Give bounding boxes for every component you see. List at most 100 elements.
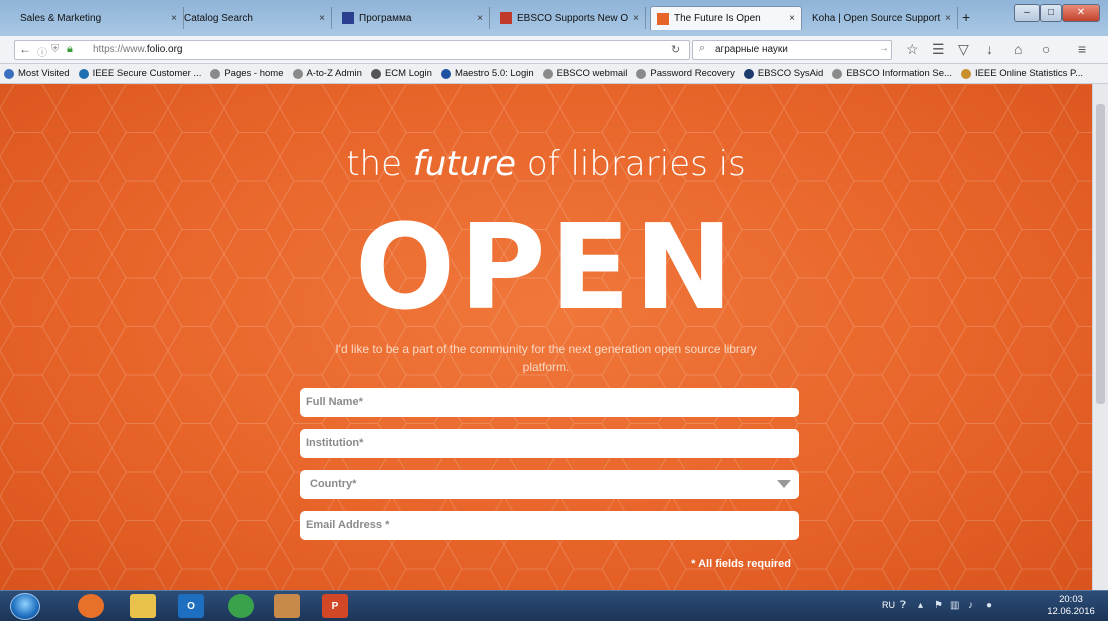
pocket-icon[interactable]: ▽: [958, 41, 969, 58]
globe-icon: [832, 68, 843, 79]
headline-emphasis: future: [412, 144, 517, 184]
reload-icon[interactable]: ↻: [671, 43, 680, 56]
close-icon[interactable]: ×: [945, 13, 951, 24]
ieee-icon: [78, 68, 89, 79]
bookmark-label: IEEE Secure Customer ...: [92, 68, 202, 79]
star-icon[interactable]: ☆: [906, 41, 919, 58]
clock-date[interactable]: 12.06.2016: [1046, 606, 1096, 617]
bookmark-item[interactable]: Most Visited: [4, 68, 70, 79]
search-input[interactable]: аграрные науки: [715, 44, 788, 55]
bookmark-item[interactable]: IEEE Secure Customer ...: [78, 68, 202, 79]
search-bar[interactable]: ⌕ аграрные науки →: [692, 40, 892, 60]
email-field[interactable]: Email Address *: [300, 511, 799, 540]
home-icon[interactable]: ⌂: [1014, 41, 1022, 57]
bookmark-item[interactable]: Password Recovery: [636, 68, 735, 79]
email-placeholder: Email Address *: [306, 519, 390, 531]
page-headline: the future of libraries is: [0, 144, 1092, 184]
download-icon[interactable]: ↓: [986, 41, 993, 57]
lock-icon: 🔒︎: [67, 43, 73, 55]
network-icon[interactable]: ▥: [950, 600, 959, 611]
power-icon[interactable]: ●: [986, 600, 992, 611]
tab-sales-marketing[interactable]: Sales & Marketing ×: [14, 7, 184, 29]
bookmark-label: ECM Login: [384, 68, 432, 79]
powerpoint-icon[interactable]: P: [322, 594, 348, 618]
back-icon[interactable]: ←: [19, 42, 31, 56]
menu-icon[interactable]: ≡: [1078, 41, 1086, 57]
firefox-icon[interactable]: [78, 594, 104, 618]
flag-icon[interactable]: ⚑: [934, 600, 943, 611]
bookmarks-bar: Most Visited IEEE Secure Customer ... Page…: [0, 64, 1108, 84]
chevron-down-icon[interactable]: [777, 480, 791, 488]
close-icon[interactable]: ×: [633, 13, 639, 24]
tab-catalog-search[interactable]: Catalog Search ×: [178, 7, 332, 29]
tab-label: EBSCO Supports New O...: [517, 12, 630, 24]
new-tab-button[interactable]: +: [962, 9, 970, 25]
file-explorer-icon[interactable]: [130, 594, 156, 618]
close-icon[interactable]: ×: [319, 13, 325, 24]
app-icon[interactable]: [274, 594, 300, 618]
folio-icon: [657, 12, 669, 25]
tab-the-future-is-open[interactable]: The Future Is Open ×: [650, 6, 802, 30]
globe-icon: [210, 68, 221, 79]
url-text[interactable]: https://www.folio.org: [93, 44, 182, 55]
bookmark-label: EBSCO SysAid: [757, 68, 824, 79]
help-icon[interactable]: ❓︎: [900, 600, 906, 611]
bookmark-item[interactable]: EBSCO Information Se...: [832, 68, 952, 79]
scrollbar[interactable]: [1092, 84, 1108, 590]
maximize-button[interactable]: □: [1040, 4, 1062, 22]
system-tray: RU ❓︎ ▴ ⚑ ▥ ♪ ● 20:03 12.06.2016: [878, 591, 1108, 621]
info-icon[interactable]: ⓘ: [37, 44, 47, 59]
url-prefix: https://www.: [93, 44, 147, 55]
outlook-icon[interactable]: O: [178, 594, 204, 618]
bookmark-item[interactable]: EBSCO webmail: [542, 68, 627, 79]
start-button[interactable]: [10, 593, 40, 620]
tagline: I'd like to be a part of the community f…: [335, 342, 757, 374]
bookmark-label: EBSCO Information Se...: [846, 68, 952, 79]
tab-bar: Sales & Marketing × Catalog Search × Про…: [0, 0, 1108, 36]
tab-koha[interactable]: Koha | Open Source Support... ×: [806, 7, 958, 29]
tray-expand-icon[interactable]: ▴: [918, 600, 923, 611]
bookmark-item[interactable]: ECM Login: [370, 68, 432, 79]
bookmark-item[interactable]: Pages - home: [210, 68, 284, 79]
bookmark-item[interactable]: A-to-Z Admin: [292, 68, 362, 79]
scrollbar-thumb[interactable]: [1096, 104, 1105, 404]
globe-icon: [542, 68, 553, 79]
bookmark-item[interactable]: EBSCO SysAid: [743, 68, 824, 79]
close-icon[interactable]: ×: [477, 13, 483, 24]
minimize-button[interactable]: –: [1014, 4, 1040, 22]
shield-icon[interactable]: ⛨: [51, 43, 59, 56]
search-go-icon[interactable]: →: [879, 43, 889, 54]
bookmark-label: Maestro 5.0: Login: [454, 68, 534, 79]
globe-icon: [636, 68, 647, 79]
bookmark-item[interactable]: Maestro 5.0: Login: [440, 68, 534, 79]
bookmark-item[interactable]: IEEE Online Statistics P...: [960, 68, 1083, 79]
screen: Sales & Marketing × Catalog Search × Про…: [0, 0, 1108, 621]
chrome-icon[interactable]: [228, 594, 254, 618]
tab-programma[interactable]: Программа ×: [336, 7, 490, 29]
reading-list-icon[interactable]: ☰: [932, 41, 945, 58]
x-icon: [440, 68, 451, 79]
country-placeholder: Country*: [310, 478, 357, 490]
tab-ebsco-supports[interactable]: EBSCO Supports New O... ×: [494, 7, 646, 29]
full-name-field[interactable]: Full Name*: [300, 388, 799, 417]
volume-icon[interactable]: ♪: [968, 600, 973, 611]
required-fields-note: * All fields required: [691, 558, 791, 570]
page-content: the future of libraries is OPEN I'd like…: [0, 84, 1092, 590]
url-bar[interactable]: ← ⓘ ⛨ 🔒︎ https://www.folio.org ↻: [14, 40, 690, 60]
institution-field[interactable]: Institution*: [300, 429, 799, 458]
tab-label: Catalog Search: [184, 12, 253, 24]
clock-time[interactable]: 20:03: [1046, 594, 1096, 605]
tab-label: Koha | Open Source Support...: [812, 12, 942, 24]
url-domain: folio.org: [146, 44, 183, 55]
language-indicator[interactable]: RU: [882, 600, 895, 610]
xv-icon: [342, 12, 354, 24]
open-hero-text: OPEN: [354, 198, 738, 336]
headline-pre: the: [346, 144, 413, 184]
close-icon[interactable]: ×: [789, 13, 795, 24]
close-icon[interactable]: ×: [171, 13, 177, 24]
country-select[interactable]: Country*: [300, 470, 799, 499]
window-close-button[interactable]: ✕: [1062, 4, 1100, 22]
chat-icon[interactable]: ○: [1042, 41, 1050, 57]
search-icon: ⌕: [699, 42, 706, 54]
bookmark-label: Most Visited: [18, 68, 70, 79]
